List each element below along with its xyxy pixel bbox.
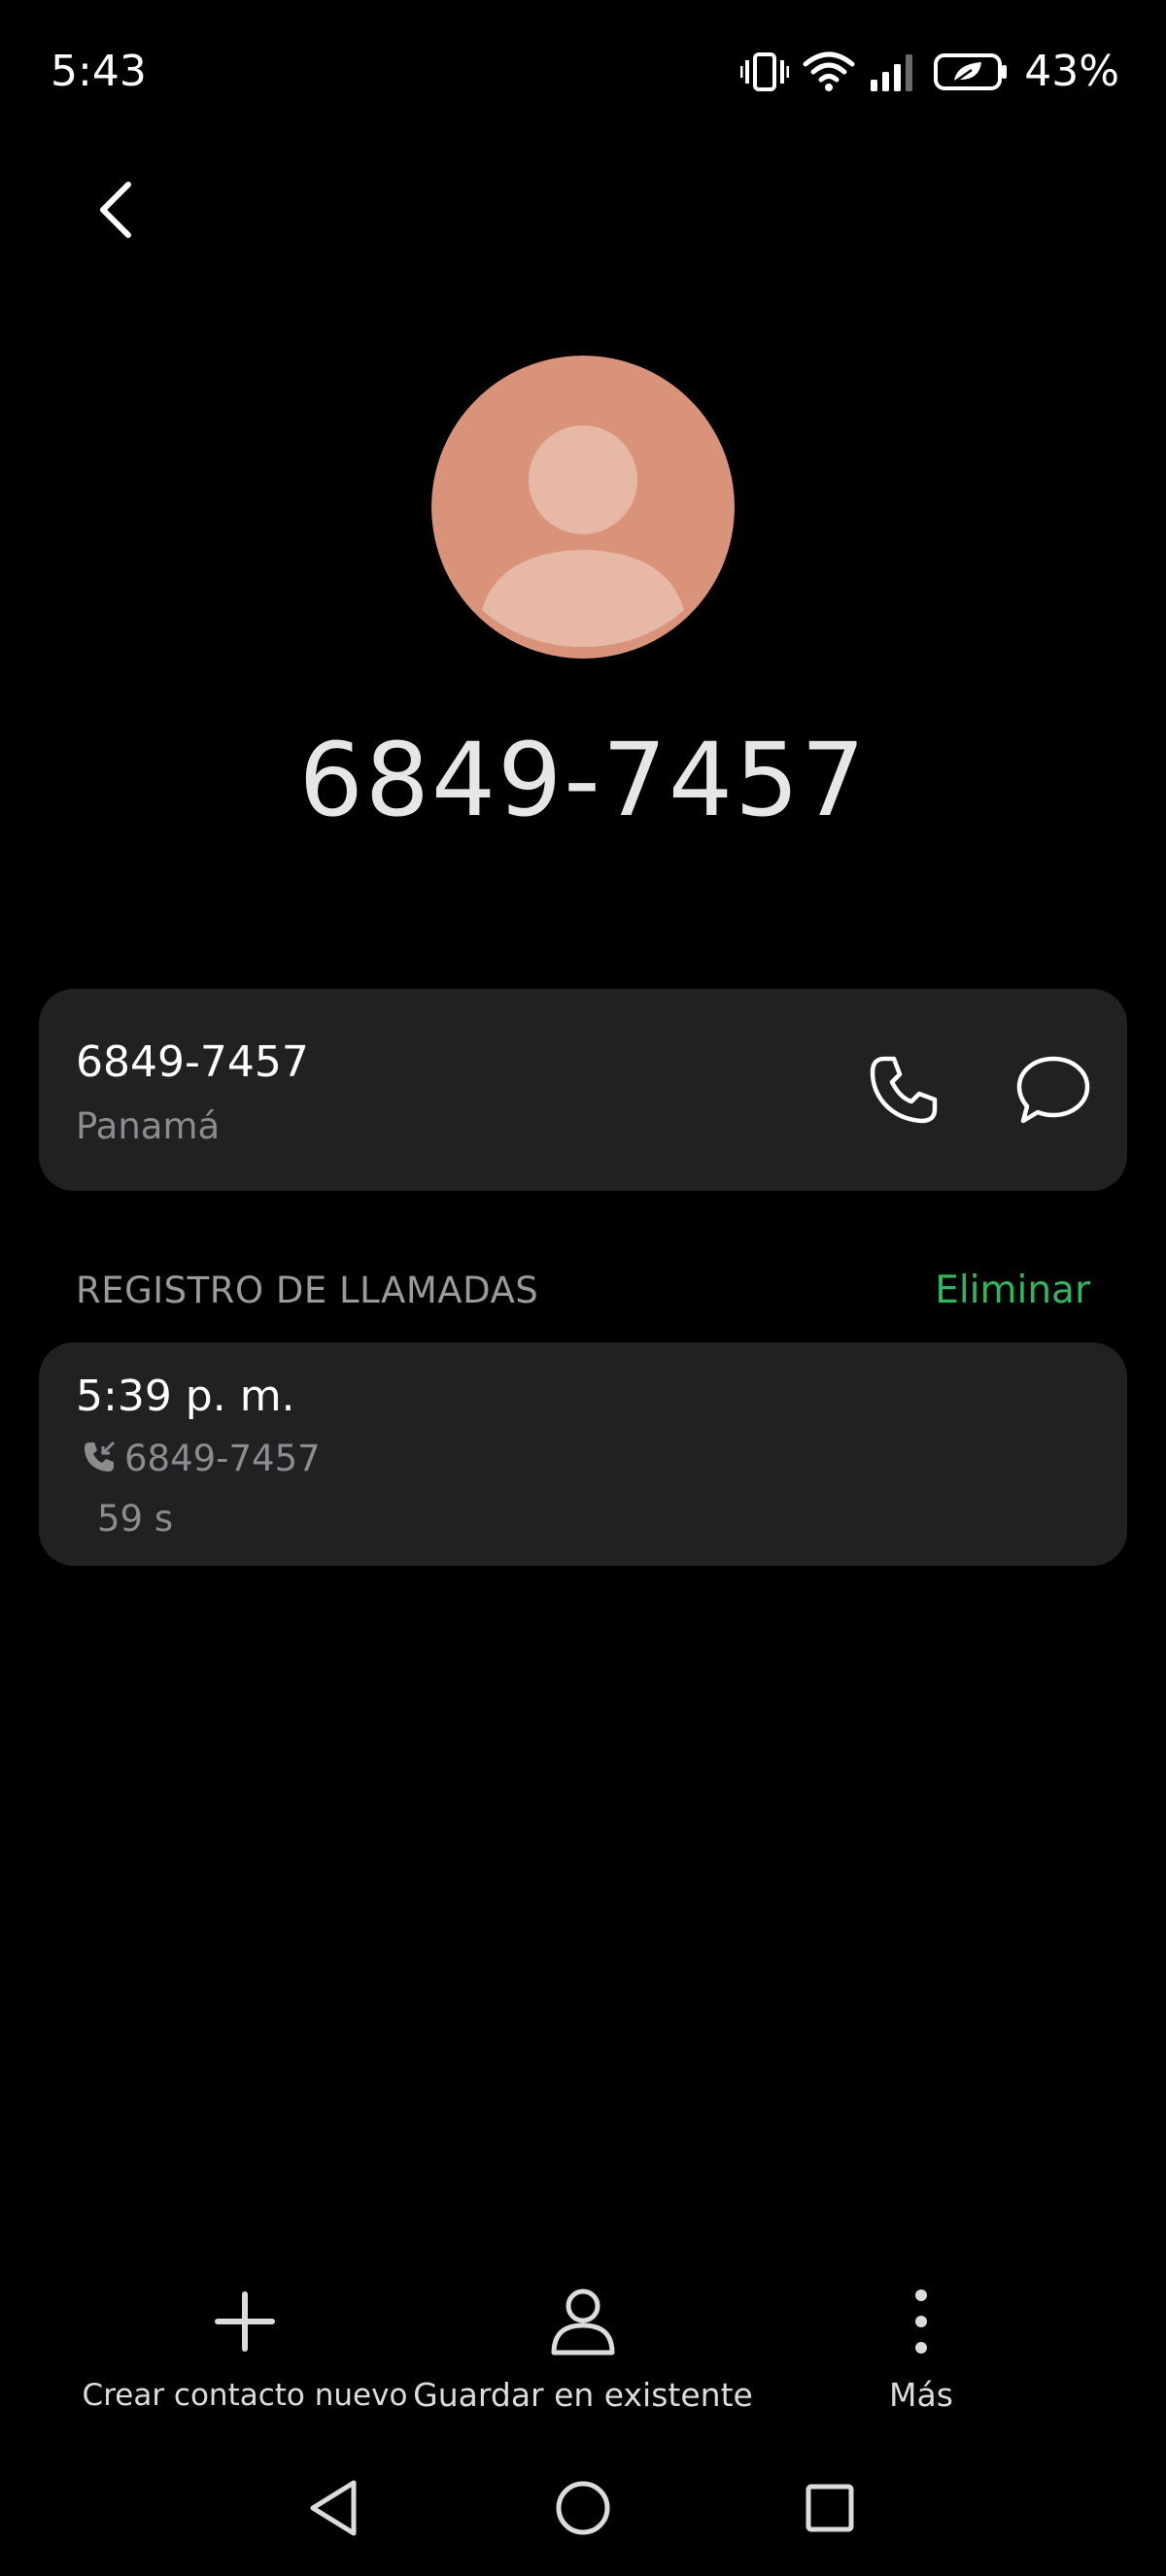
more-label: Más bbox=[889, 2376, 953, 2414]
chevron-left-icon bbox=[95, 179, 134, 245]
phone-number-card: 6849-7457 Panamá bbox=[39, 989, 1127, 1191]
plus-icon bbox=[214, 2290, 276, 2356]
call-button[interactable] bbox=[855, 1043, 952, 1140]
back-button[interactable] bbox=[78, 175, 152, 249]
call-number: 6849-7457 bbox=[124, 1438, 321, 1479]
call-number-row: 6849-7457 bbox=[82, 1434, 321, 1484]
nav-recents-button[interactable] bbox=[799, 2477, 861, 2539]
call-log-entry[interactable]: 5:39 p. m. 6849-7457 59 s bbox=[39, 1342, 1127, 1566]
delete-call-log-button[interactable]: Eliminar bbox=[935, 1267, 1090, 1315]
battery-saver-icon bbox=[933, 51, 1009, 93]
chat-bubble-icon bbox=[1015, 1053, 1091, 1131]
wifi-icon bbox=[803, 51, 855, 93]
more-button[interactable]: Más bbox=[824, 2285, 1018, 2417]
more-vertical-icon bbox=[911, 2288, 931, 2359]
call-log-title: REGISTRO DE LLAMADAS bbox=[76, 1270, 539, 1311]
nav-home-button[interactable] bbox=[552, 2477, 614, 2539]
phone-region: Panamá bbox=[76, 1105, 221, 1147]
create-contact-label: Crear contacto nuevo bbox=[82, 2378, 408, 2413]
contact-avatar bbox=[431, 356, 735, 659]
save-to-existing-button[interactable]: Guardar en existente bbox=[408, 2285, 758, 2417]
contact-number-title: 6849-7457 bbox=[298, 721, 868, 839]
status-time: 5:43 bbox=[51, 47, 147, 96]
incoming-call-icon bbox=[82, 1440, 117, 1478]
phone-number: 6849-7457 bbox=[76, 1037, 309, 1087]
message-button[interactable] bbox=[1005, 1043, 1102, 1140]
vibrate-icon bbox=[740, 51, 790, 93]
circle-home-icon bbox=[552, 2477, 614, 2539]
call-time: 5:39 p. m. bbox=[76, 1372, 295, 1421]
battery-percent: 43% bbox=[1024, 47, 1119, 96]
phone-icon bbox=[867, 1053, 941, 1131]
person-outline-icon bbox=[549, 2287, 617, 2360]
nav-back-button[interactable] bbox=[303, 2477, 365, 2539]
call-duration: 59 s bbox=[97, 1498, 174, 1540]
triangle-back-icon bbox=[303, 2477, 365, 2539]
person-avatar-icon bbox=[431, 356, 735, 659]
signal-icon bbox=[869, 51, 919, 93]
square-recents-icon bbox=[799, 2477, 861, 2539]
save-to-existing-label: Guardar en existente bbox=[413, 2376, 753, 2414]
status-icons: 43% bbox=[740, 43, 1119, 101]
create-contact-button[interactable]: Crear contacto nuevo bbox=[70, 2285, 420, 2417]
